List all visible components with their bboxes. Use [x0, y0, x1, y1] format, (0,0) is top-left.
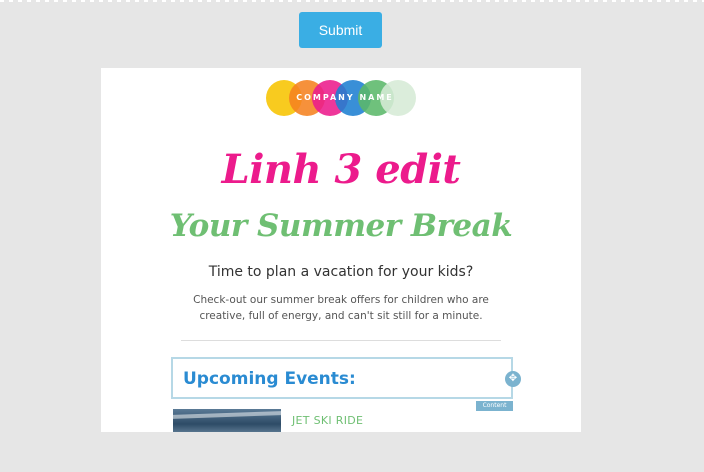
- content-block-tag: Content: [476, 401, 513, 411]
- upcoming-events-block-selected[interactable]: Upcoming Events:: [171, 357, 513, 399]
- company-logo: COMPANY NAME: [266, 80, 418, 116]
- wave-decoration: [173, 411, 281, 419]
- logo-text: COMPANY NAME: [296, 93, 394, 102]
- email-body-text[interactable]: Check-out our summer break offers for ch…: [181, 292, 501, 324]
- event-title[interactable]: JET SKI RIDE: [292, 414, 363, 427]
- move-handle-icon[interactable]: ✥: [505, 371, 521, 387]
- email-canvas: COMPANY NAME Linh 3 edit Your Summer Bre…: [101, 68, 581, 432]
- event-image: [173, 409, 281, 432]
- top-dashed-border: [0, 0, 704, 2]
- upcoming-events-heading[interactable]: Upcoming Events:: [183, 359, 356, 399]
- divider: [181, 340, 501, 341]
- submit-button[interactable]: Submit: [299, 12, 382, 48]
- email-title-secondary[interactable]: Your Summer Break: [101, 208, 581, 244]
- email-subheading[interactable]: Time to plan a vacation for your kids?: [101, 264, 581, 280]
- email-title-primary[interactable]: Linh 3 edit: [101, 146, 581, 193]
